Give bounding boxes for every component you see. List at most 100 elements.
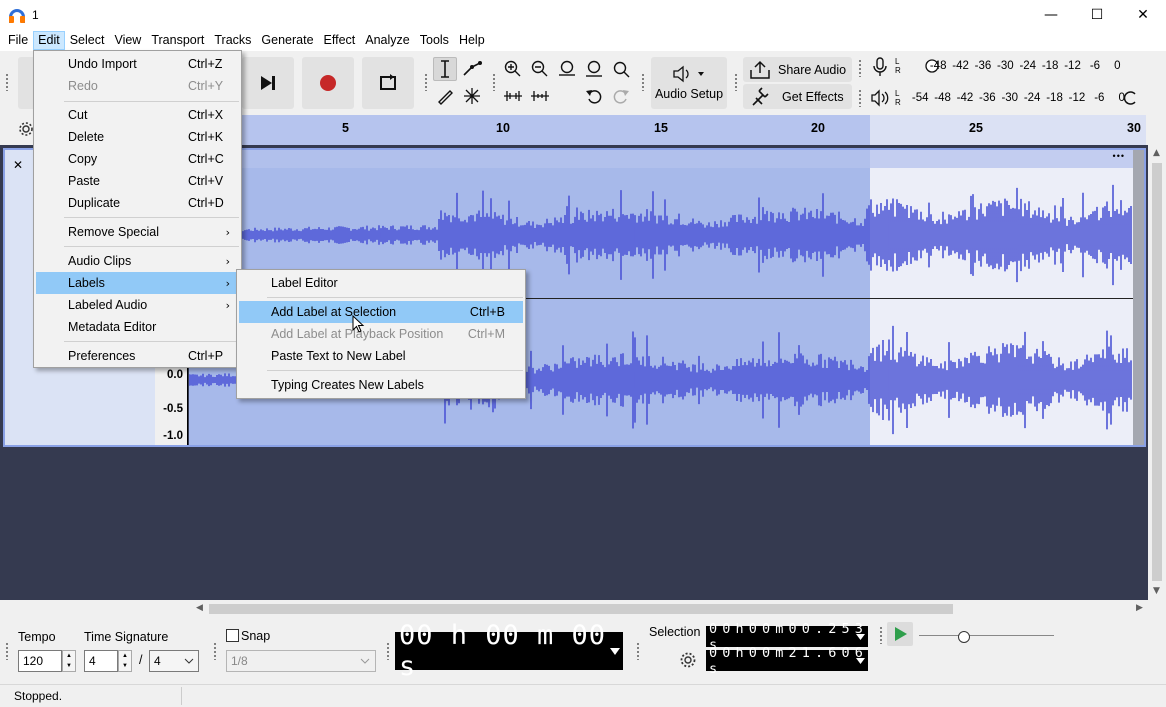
get-effects-button[interactable]: Get Effects: [743, 84, 852, 109]
menu-item-delete[interactable]: Delete Ctrl+K: [36, 126, 239, 148]
menu-item-remove-special[interactable]: Remove Special ›: [36, 221, 239, 243]
minimize-button[interactable]: —: [1028, 0, 1074, 30]
toolbar-grip[interactable]: [734, 73, 738, 91]
toolbar-grip[interactable]: [213, 642, 217, 660]
loop-button[interactable]: [362, 57, 414, 109]
play-icon: [895, 627, 907, 641]
toolbar-grip[interactable]: [641, 73, 645, 91]
envelope-tool-icon[interactable]: [460, 57, 484, 81]
title-bar: 1 — ☐ ✕: [0, 0, 1166, 30]
undo-icon[interactable]: [582, 84, 606, 108]
draw-tool-icon[interactable]: [433, 84, 457, 108]
vruler-label: -1.0: [163, 430, 183, 442]
menu-item-typing-creates-new-labels[interactable]: Typing Creates New Labels: [239, 374, 523, 396]
zoom-toggle-icon[interactable]: [609, 57, 633, 81]
microphone-icon[interactable]: [868, 55, 892, 79]
vertical-scroll-thumb[interactable]: [1152, 163, 1162, 581]
play-at-speed-button[interactable]: [887, 622, 913, 646]
menu-item-labels[interactable]: Labels ›: [36, 272, 239, 294]
share-audio-label: Share Audio: [778, 62, 847, 77]
menu-item-label-editor[interactable]: Label Editor: [239, 272, 523, 294]
vertical-scrollbar[interactable]: ▲ ▼: [1148, 145, 1166, 600]
toolbar-grip[interactable]: [386, 642, 390, 660]
playback-speaker-icon[interactable]: [868, 86, 892, 110]
ruler-tick-label: 10: [496, 121, 510, 135]
redo-icon[interactable]: [609, 84, 633, 108]
playback-speed-slider[interactable]: [919, 635, 1054, 636]
toolbar-grip[interactable]: [636, 642, 640, 660]
status-text: Stopped.: [14, 689, 63, 703]
fit-project-icon[interactable]: [582, 57, 606, 81]
menu-item-redo[interactable]: Redo Ctrl+Y: [36, 75, 239, 97]
toolbar-grip[interactable]: [5, 642, 9, 660]
toolbar-grip[interactable]: [858, 59, 862, 77]
menu-select[interactable]: Select: [65, 31, 110, 50]
menu-item-add-label-at-selection[interactable]: Add Label at Selection Ctrl+B: [239, 301, 523, 323]
menu-item-undo-import[interactable]: Undo Import Ctrl+Z: [36, 53, 239, 75]
time-signature-denominator[interactable]: 4: [149, 650, 199, 672]
close-window-button[interactable]: ✕: [1120, 0, 1166, 30]
menu-effect[interactable]: Effect: [319, 31, 361, 50]
selection-tool-icon[interactable]: [433, 57, 457, 81]
menu-tracks[interactable]: Tracks: [209, 31, 256, 50]
record-button[interactable]: [302, 57, 354, 109]
menu-item-audio-clips[interactable]: Audio Clips ›: [36, 250, 239, 272]
menu-file[interactable]: File: [3, 31, 33, 50]
snap-checkbox[interactable]: [226, 629, 239, 642]
ruler-tick-label: 25: [969, 121, 983, 135]
toolbar-grip[interactable]: [879, 626, 883, 644]
selection-settings-icon[interactable]: [679, 651, 697, 669]
audio-setup-button[interactable]: Audio Setup: [651, 57, 727, 109]
menu-item-preferences[interactable]: Preferences Ctrl+P: [36, 345, 239, 367]
maximize-button[interactable]: ☐: [1074, 0, 1120, 30]
snap-dropdown[interactable]: 1/8: [226, 650, 376, 672]
zoom-in-icon[interactable]: [501, 57, 525, 81]
menu-item-metadata-editor[interactable]: Metadata Editor: [36, 316, 239, 338]
menu-edit[interactable]: Edit: [33, 31, 65, 50]
toolbar-grip[interactable]: [5, 73, 9, 91]
menu-item-copy[interactable]: Copy Ctrl+C: [36, 148, 239, 170]
menu-item-paste[interactable]: Paste Ctrl+V: [36, 170, 239, 192]
horizontal-scrollbar[interactable]: ◀ ▶: [192, 600, 1148, 618]
track-right-edge: [1133, 150, 1144, 445]
menu-help[interactable]: Help: [454, 31, 490, 50]
timeline-ruler[interactable]: 5 10 15 20 25 30: [240, 115, 1146, 145]
tempo-spinner[interactable]: ▲ ▼: [62, 650, 76, 672]
trim-audio-icon[interactable]: [501, 84, 525, 108]
horizontal-scroll-thumb[interactable]: [209, 604, 953, 614]
timeline-settings-icon[interactable]: [18, 121, 34, 137]
toolbar-grip[interactable]: [424, 73, 428, 91]
playback-meter[interactable]: LR -54 -48 -42 -36 -30 -24 -18 -12 -6 0: [895, 86, 1139, 110]
selection-end-display[interactable]: 0 0 h 0 0 m 2 1 . 6 0 6 s: [706, 645, 868, 677]
menu-generate[interactable]: Generate: [256, 31, 318, 50]
menu-item-duplicate[interactable]: Duplicate Ctrl+D: [36, 192, 239, 214]
menu-item-add-label-at-playback-position[interactable]: Add Label at Playback Position Ctrl+M: [239, 323, 523, 345]
menu-item-labeled-audio[interactable]: Labeled Audio ›: [36, 294, 239, 316]
record-meter[interactable]: LR -48 -42 -36 -30 -24 -18 -12 -6 0: [895, 54, 1139, 78]
zoom-out-icon[interactable]: [528, 57, 552, 81]
menu-tools[interactable]: Tools: [415, 31, 454, 50]
menu-view[interactable]: View: [109, 31, 146, 50]
time-display[interactable]: 00 h 00 m 00 s: [395, 620, 623, 682]
share-audio-button[interactable]: Share Audio: [743, 57, 852, 82]
toolbar-grip[interactable]: [492, 73, 496, 91]
ruler-tick-label: 30: [1127, 121, 1141, 135]
submenu-arrow-icon: ›: [225, 225, 230, 239]
time-signature-numerator[interactable]: 4: [84, 650, 118, 672]
playback-meter-knob-icon: [1123, 91, 1136, 105]
menu-item-cut[interactable]: Cut Ctrl+X: [36, 104, 239, 126]
skip-to-end-button[interactable]: [242, 57, 294, 109]
time-signature-spinner[interactable]: ▲ ▼: [118, 650, 132, 672]
menu-item-paste-text-to-new-label[interactable]: Paste Text to New Label: [239, 345, 523, 367]
multi-tool-icon[interactable]: [460, 84, 484, 108]
toolbar-grip[interactable]: [858, 89, 862, 107]
menu-transport[interactable]: Transport: [146, 31, 209, 50]
tempo-input[interactable]: 120: [18, 650, 62, 672]
time-format-dropdown-icon: [610, 648, 620, 655]
speaker-dropdown-icon: [673, 65, 704, 83]
close-track-button[interactable]: ✕: [13, 158, 23, 172]
menu-analyze[interactable]: Analyze: [360, 31, 414, 50]
silence-audio-icon[interactable]: [528, 84, 552, 108]
playback-speed-thumb[interactable]: [958, 631, 970, 643]
fit-selection-icon[interactable]: [555, 57, 579, 81]
